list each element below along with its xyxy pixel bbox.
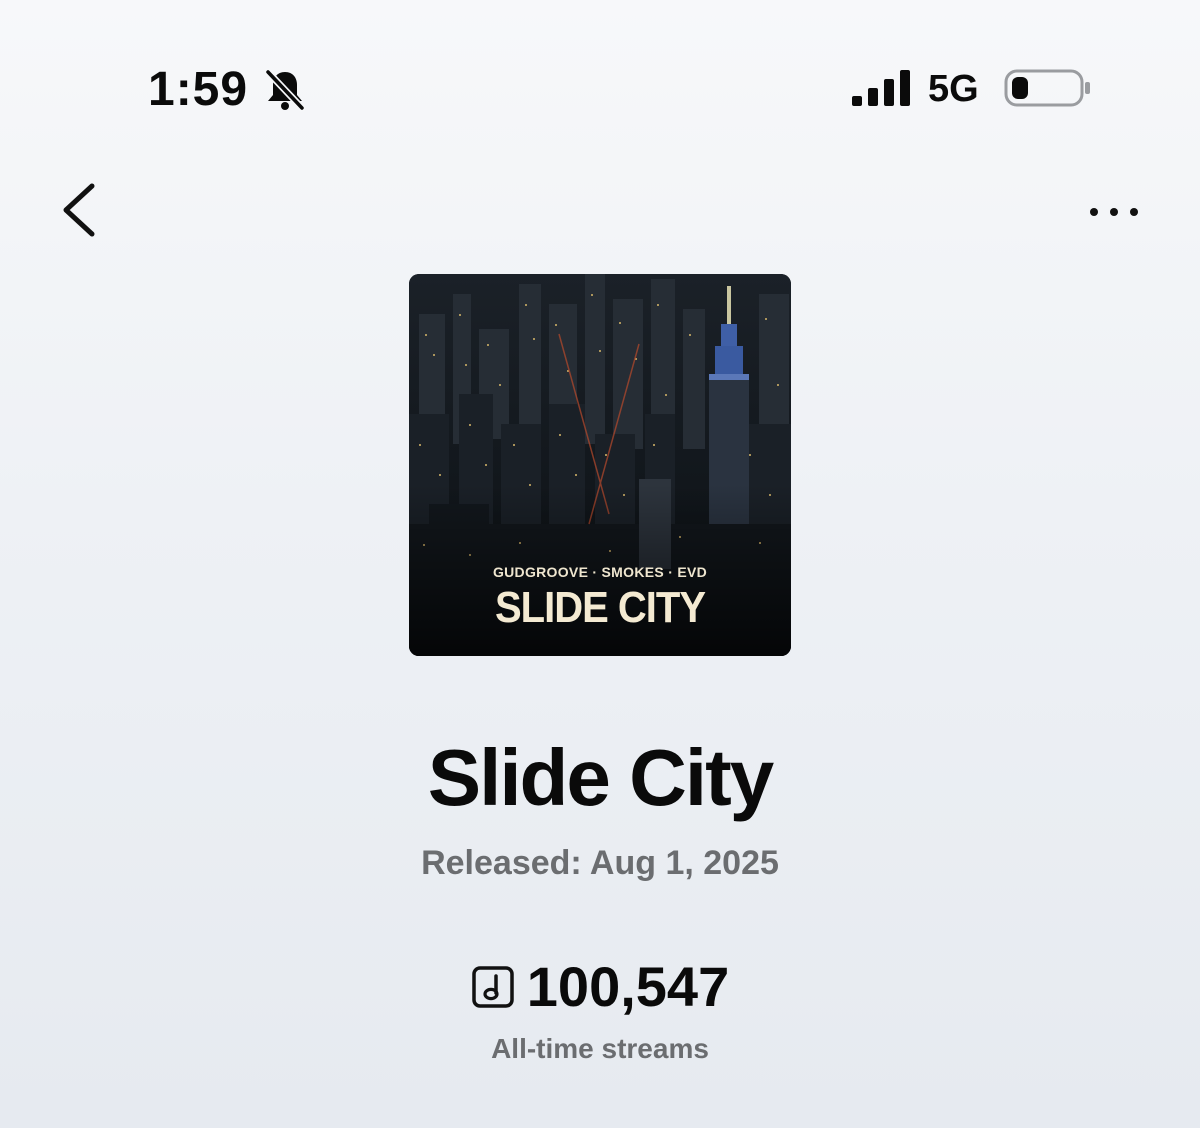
track-title: Slide City <box>427 733 775 822</box>
status-time: 1:59 <box>148 63 249 116</box>
ellipsis-icon <box>1090 208 1138 216</box>
music-note-icon <box>472 966 514 1008</box>
stream-stats: 100,547 <box>0 955 1200 1019</box>
release-date: Released: Aug 1, 2025 <box>421 844 779 882</box>
cover-title-text: SLIDE CITY <box>494 584 706 632</box>
album-cover: GUDGROOVE · SMOKES · EVD SLIDE CITY <box>409 274 791 656</box>
bell-slash-icon <box>264 68 306 112</box>
battery-icon <box>1004 69 1090 107</box>
more-options-button[interactable] <box>1080 192 1150 232</box>
network-type: 5G <box>928 68 979 110</box>
cover-artists-text: GUDGROOVE · SMOKES · EVD <box>492 564 708 580</box>
cellular-signal-icon <box>852 70 910 106</box>
back-button[interactable] <box>52 178 108 242</box>
stream-count: 100,547 <box>526 955 730 1018</box>
streams-label: All-time streams <box>491 1033 709 1064</box>
chevron-left-icon <box>63 183 95 237</box>
